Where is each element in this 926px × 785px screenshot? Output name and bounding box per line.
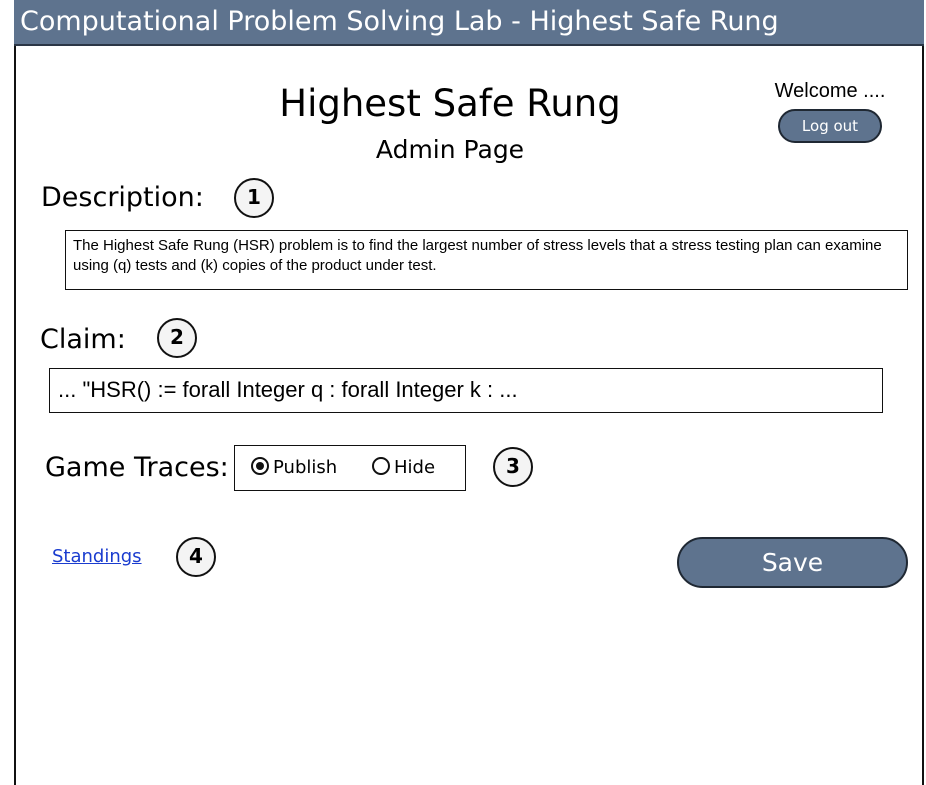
- window-title-bar: Computational Problem Solving Lab - High…: [14, 0, 924, 46]
- radio-publish[interactable]: Publish: [251, 446, 337, 489]
- standings-link[interactable]: Standings: [52, 544, 142, 570]
- welcome-text: Welcome ....: [774, 80, 886, 102]
- description-text: The Highest Safe Rung (HSR) problem is t…: [73, 237, 882, 274]
- description-textarea[interactable]: The Highest Safe Rung (HSR) problem is t…: [65, 230, 908, 290]
- radio-hide[interactable]: Hide: [372, 446, 435, 489]
- radio-checked-icon: [251, 457, 269, 475]
- logout-button[interactable]: Log out: [778, 109, 882, 143]
- description-step-badge: 1: [234, 178, 274, 218]
- radio-hide-label: Hide: [394, 457, 436, 478]
- description-label: Description:: [41, 182, 204, 213]
- claim-label: Claim:: [40, 324, 126, 355]
- radio-publish-label: Publish: [273, 457, 338, 478]
- standings-step-badge: 4: [176, 537, 216, 577]
- game-traces-label: Game Traces:: [45, 452, 229, 483]
- game-traces-step-badge: 3: [493, 447, 533, 487]
- page-subtitle: Admin Page: [375, 135, 525, 164]
- page-title: Highest Safe Rung: [279, 82, 621, 125]
- game-traces-radio-group: Publish Hide: [234, 445, 466, 491]
- claim-input[interactable]: ... "HSR() := forall Integer q : forall …: [49, 368, 883, 413]
- window-title: Computational Problem Solving Lab - High…: [20, 6, 779, 37]
- radio-unchecked-icon: [372, 457, 390, 475]
- claim-value: ... "HSR() := forall Integer q : forall …: [58, 377, 518, 402]
- save-button[interactable]: Save: [677, 537, 908, 588]
- claim-step-badge: 2: [157, 318, 197, 358]
